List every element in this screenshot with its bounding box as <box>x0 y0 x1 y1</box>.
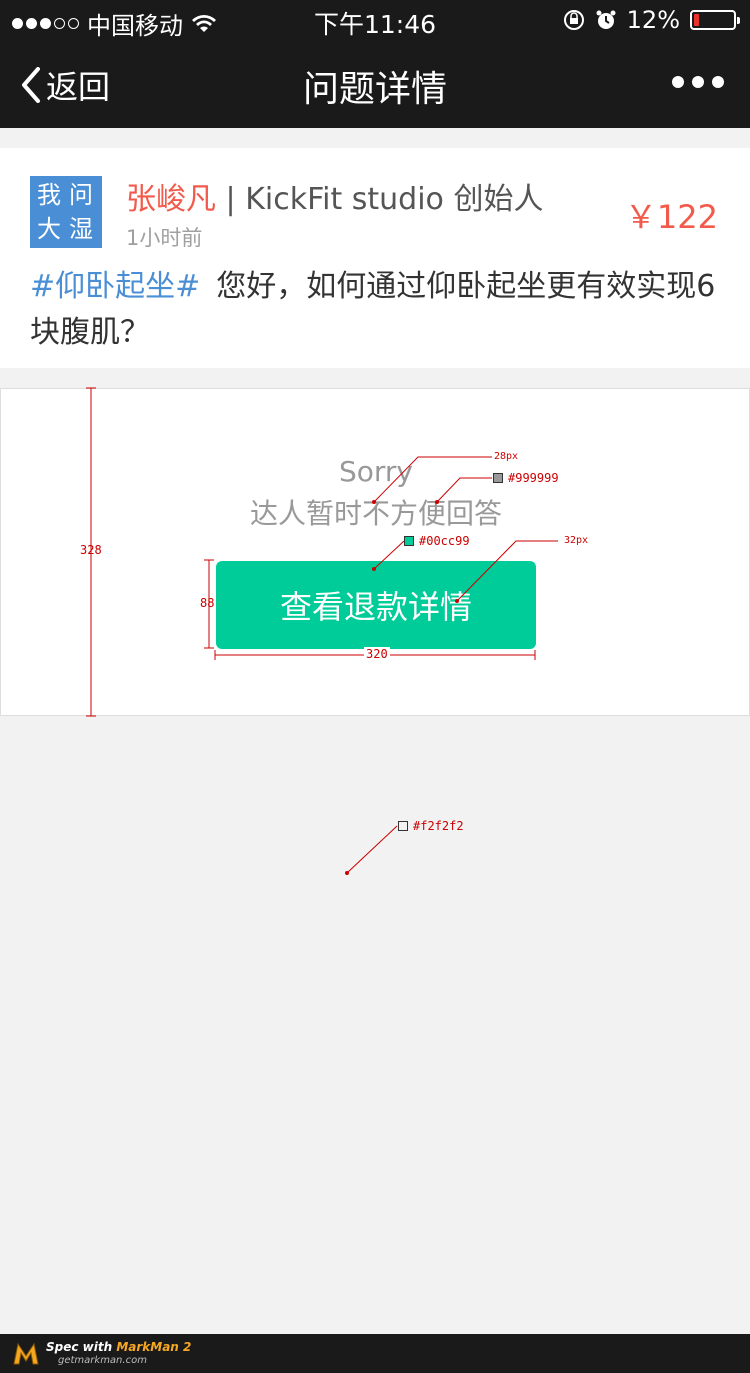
unavailable-message: 达人暂时不方便回答 <box>249 497 502 530</box>
author-title: KickFit studio 创始人 <box>245 182 544 217</box>
annotation-color-00cc99: #00cc99 <box>419 534 470 548</box>
page-title: 问题详情 <box>302 69 447 110</box>
question-text: #仰卧起坐# 您好，如何通过仰卧起坐更有效实现6块腹肌？ <box>30 264 720 356</box>
markman-brand: MarkMan 2 <box>116 1340 192 1354</box>
author-info[interactable]: 张峻凡 | KickFit studio 创始人 <box>126 174 543 218</box>
battery-percent: 12% <box>626 6 680 34</box>
annotation-font-32: 32px <box>564 535 589 546</box>
more-dots-icon[interactable] <box>672 76 724 88</box>
question-price: ￥122 <box>624 198 718 236</box>
nav-bar: 返回 问题详情 <box>0 40 750 128</box>
annotation-color-999999: #999999 <box>508 471 559 485</box>
sorry-heading: Sorry <box>338 455 413 488</box>
avatar-line-2: 大湿 <box>37 215 101 243</box>
alarm-icon <box>596 10 616 29</box>
battery-icon <box>690 10 740 30</box>
swatch-00cc99 <box>404 536 414 546</box>
spec-with-label: Spec with <box>46 1340 117 1354</box>
markman-spec-text: Spec with MarkMan 2 <box>46 1340 191 1354</box>
swatch-f2f2f2 <box>398 821 408 831</box>
markman-footer: Spec with MarkMan 2 getmarkman.com <box>0 1334 750 1373</box>
battery-level <box>694 14 699 26</box>
swatch-999999 <box>493 473 503 483</box>
anchor-f2f2f2 <box>345 871 349 875</box>
answer-area: Sorry 达人暂时不方便回答 查看退款详情 <box>0 388 750 716</box>
markman-url[interactable]: getmarkman.com <box>58 1355 147 1366</box>
status-bar: 中国移动 下午11:46 12% <box>0 0 750 40</box>
orientation-lock-icon <box>563 10 584 30</box>
author-avatar[interactable]: 我问 大湿 <box>30 176 102 248</box>
annotation-font-28: 28px <box>494 451 519 462</box>
question-time: 1小时前 <box>126 226 203 250</box>
topic-tag[interactable]: #仰卧起坐# <box>30 269 200 304</box>
author-separator: | <box>216 182 246 217</box>
annotation-width-320: 320 <box>364 647 390 661</box>
annotation-height-328: 328 <box>80 543 102 557</box>
author-name: 张峻凡 <box>126 182 216 217</box>
avatar-line-1: 我问 <box>37 181 101 209</box>
view-refund-button[interactable]: 查看退款详情 <box>216 561 536 649</box>
annotation-color-f2f2f2: #f2f2f2 <box>413 819 464 833</box>
question-card: 我问 大湿 张峻凡 | KickFit studio 创始人 1小时前 ￥122… <box>0 148 750 368</box>
markman-logo-icon <box>13 1342 39 1365</box>
annotation-height-88: 88 <box>200 596 215 610</box>
status-right: 12% <box>563 6 740 34</box>
leader-f2f2f2 <box>346 825 398 874</box>
